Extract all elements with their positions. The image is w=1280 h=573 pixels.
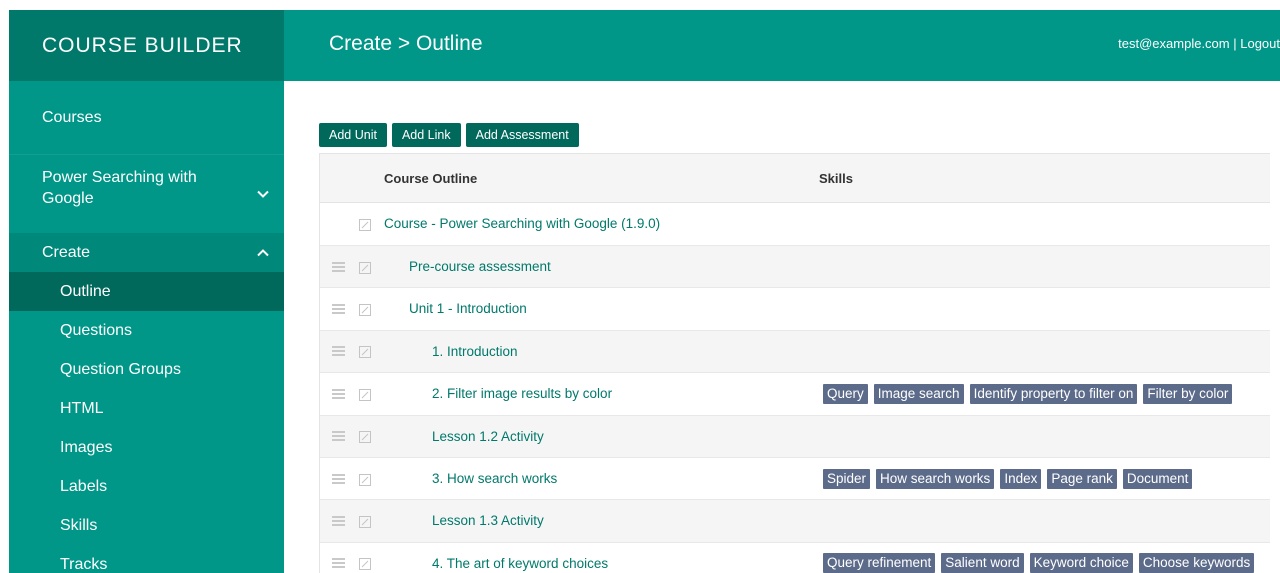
sidebar-subitem-labels[interactable]: Labels <box>9 467 284 506</box>
edit-icon[interactable] <box>359 345 371 359</box>
logout-link[interactable]: Logout <box>1240 36 1280 51</box>
main-content: Add Unit Add Link Add Assessment Course … <box>284 81 1280 573</box>
course-outline-table: Course Outline Skills Course - Power Sea… <box>319 153 1270 573</box>
drag-handle-icon[interactable] <box>332 431 345 442</box>
row-title-link[interactable]: Lesson 1.3 Activity <box>432 500 544 542</box>
table-row: 3. How search works Spider How search work… <box>320 457 1270 501</box>
table-header: Course Outline Skills <box>320 154 1270 203</box>
row-title-link[interactable]: 1. Introduction <box>432 331 518 373</box>
row-title-link[interactable]: 4. The art of keyword choices <box>432 543 608 573</box>
sidebar-subitem-question-groups[interactable]: Question Groups <box>9 350 284 389</box>
course-row: Course - Power Searching with Google (1.… <box>320 203 1270 246</box>
skill-tag[interactable]: Query refinement <box>823 553 936 573</box>
drag-handle-icon[interactable] <box>332 388 345 399</box>
add-unit-button[interactable]: Add Unit <box>319 123 387 147</box>
skill-tag[interactable]: Filter by color <box>1143 383 1233 404</box>
sidebar: COURSE BUILDER Courses Power Searching w… <box>9 10 284 573</box>
sidebar-item-courses[interactable]: Courses <box>9 81 284 154</box>
edit-icon[interactable] <box>359 473 371 486</box>
row-title-link[interactable]: Lesson 1.2 Activity <box>432 416 544 458</box>
add-link-button[interactable]: Add Link <box>391 123 461 147</box>
table-row: Unit 1 - Introduction <box>320 288 1270 331</box>
sidebar-subitem-html[interactable]: HTML <box>9 389 284 428</box>
skill-tag[interactable]: Keyword choice <box>1029 553 1133 573</box>
sidebar-course-label: Power Searching with Google <box>42 169 197 207</box>
app-frame: COURSE BUILDER Courses Power Searching w… <box>9 10 1280 573</box>
chevron-up-icon[interactable] <box>256 246 270 260</box>
user-separator: | <box>1229 36 1241 51</box>
row-title-link[interactable]: Pre-course assessment <box>409 246 551 288</box>
table-row: Lesson 1.3 Activity <box>320 500 1270 543</box>
skill-tag[interactable]: Choose keywords <box>1138 553 1255 573</box>
skill-tag[interactable]: Identify property to filter on <box>969 383 1138 404</box>
skill-tags: Query refinement Salient word Keyword choi… <box>823 553 1268 573</box>
sidebar-subitem-images[interactable]: Images <box>9 428 284 467</box>
column-header-outline: Course Outline <box>384 171 478 186</box>
table-row: Lesson 1.2 Activity <box>320 415 1270 458</box>
skill-tag[interactable]: Salient word <box>941 553 1024 573</box>
outline-rows: Pre-course assessment Unit 1 - Introducti… <box>320 246 1270 573</box>
brand-title: COURSE BUILDER <box>9 10 284 81</box>
sidebar-subitem-outline[interactable]: Outline <box>9 272 284 311</box>
edit-icon[interactable] <box>359 557 371 571</box>
edit-icon[interactable] <box>359 261 371 274</box>
skill-tag[interactable]: How search works <box>876 468 995 489</box>
drag-handle-icon[interactable] <box>332 261 345 272</box>
page-title: Create > Outline <box>329 32 483 55</box>
edit-icon[interactable] <box>359 388 371 401</box>
skill-tag[interactable]: Image search <box>873 383 964 404</box>
table-row: 1. Introduction <box>320 330 1270 374</box>
sidebar-create-label: Create <box>42 244 91 261</box>
sidebar-item-create[interactable]: Create <box>9 233 284 272</box>
sidebar-subitem-tracks[interactable]: Tracks <box>9 545 284 573</box>
edit-icon[interactable] <box>359 515 371 529</box>
outline-toolbar: Add Unit Add Link Add Assessment <box>319 123 579 147</box>
row-title-link[interactable]: Unit 1 - Introduction <box>409 288 527 330</box>
drag-handle-icon[interactable] <box>332 304 345 315</box>
column-header-skills: Skills <box>819 171 853 186</box>
add-assessment-button[interactable]: Add Assessment <box>465 123 579 147</box>
skill-tags: Spider How search works Index Page rank Docu… <box>823 468 1268 489</box>
sidebar-subitem-questions[interactable]: Questions <box>9 311 284 350</box>
skill-tag[interactable]: Spider <box>823 468 871 489</box>
edit-icon[interactable] <box>359 218 371 231</box>
course-title-link[interactable]: Course - Power Searching with Google (1.… <box>384 203 660 245</box>
table-row: 4. The art of keyword choices Query refin… <box>320 542 1270 573</box>
drag-handle-icon[interactable] <box>332 473 345 484</box>
skill-tags: Query Image search Identify property to fi… <box>823 383 1268 404</box>
row-title-link[interactable]: 2. Filter image results by color <box>432 373 612 415</box>
skill-tag[interactable]: Query <box>823 383 868 404</box>
table-row: 2. Filter image results by color Query Ima… <box>320 373 1270 416</box>
top-header: Create > Outline test@example.com | Logo… <box>284 10 1280 81</box>
user-info: test@example.com | Logout <box>1118 10 1280 77</box>
table-row: Pre-course assessment <box>320 246 1270 289</box>
sidebar-item-course[interactable]: Power Searching with Google <box>9 154 284 233</box>
chevron-down-icon[interactable] <box>256 187 270 201</box>
drag-handle-icon[interactable] <box>332 516 345 527</box>
skill-tag[interactable]: Document <box>1122 468 1193 489</box>
edit-icon[interactable] <box>359 430 371 444</box>
drag-handle-icon[interactable] <box>332 558 345 569</box>
user-email: test@example.com <box>1118 36 1230 51</box>
skill-tag[interactable]: Index <box>1000 468 1042 489</box>
edit-icon[interactable] <box>359 303 371 317</box>
row-title-link[interactable]: 3. How search works <box>432 458 557 500</box>
sidebar-subitem-skills[interactable]: Skills <box>9 506 284 545</box>
drag-handle-icon[interactable] <box>332 346 345 357</box>
skill-tag[interactable]: Page rank <box>1047 468 1117 489</box>
